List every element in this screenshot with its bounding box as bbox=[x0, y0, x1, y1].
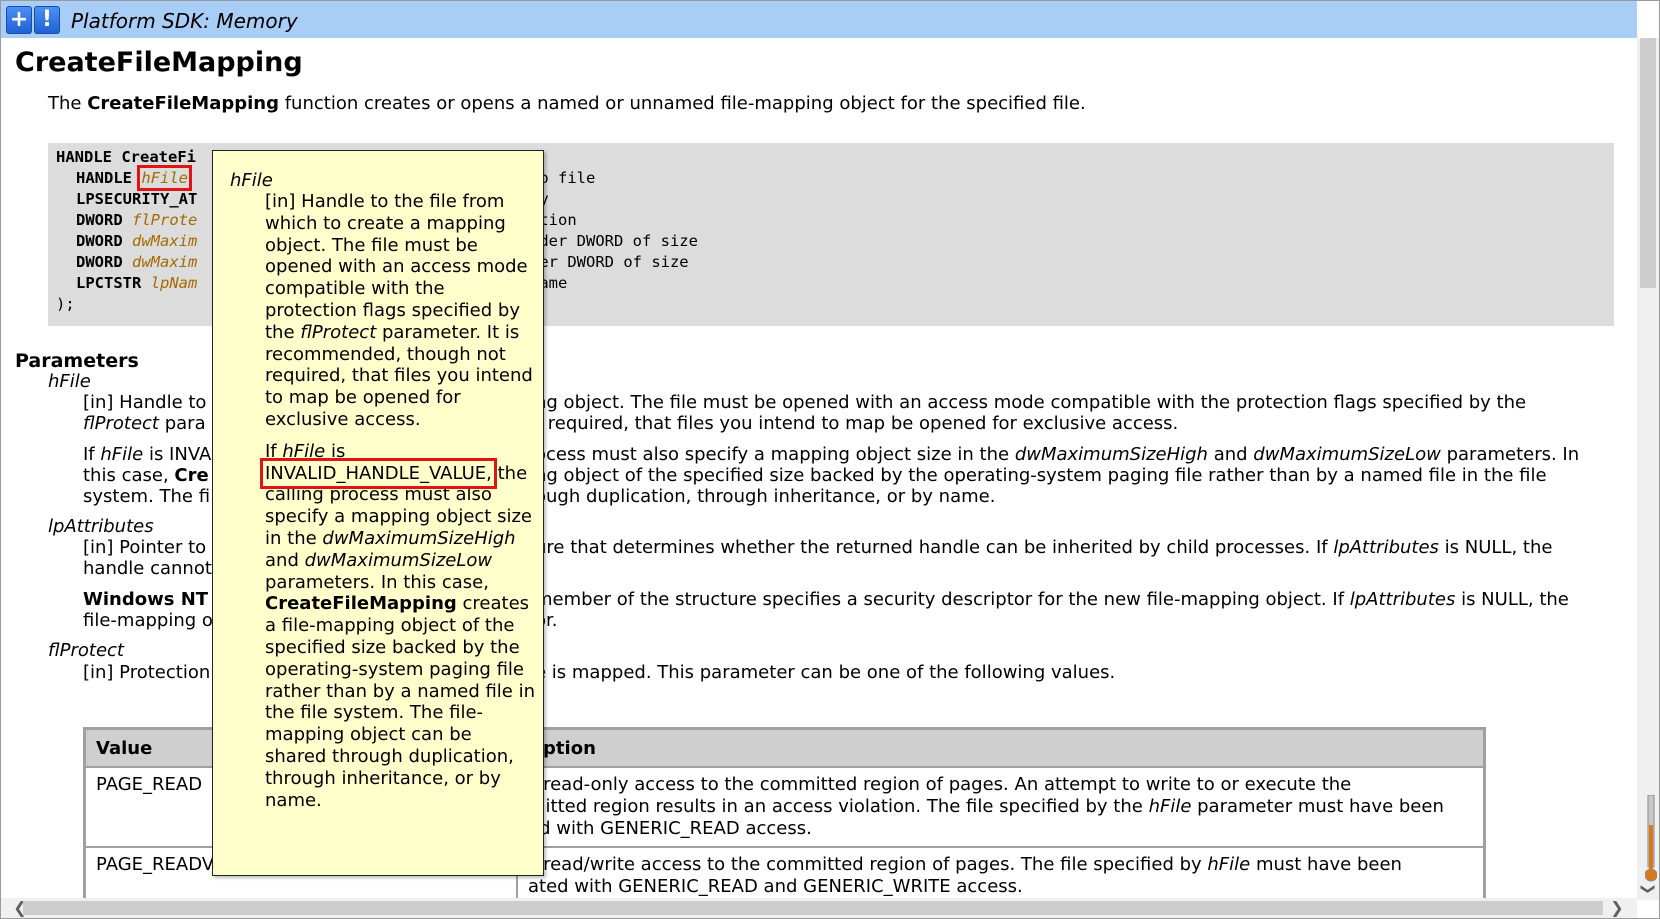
syntax-comment: rder DWORD of size bbox=[530, 232, 698, 250]
title-bar: + ! Platform SDK: Memory bbox=[1, 1, 1637, 38]
param-text: flProtect para bbox=[83, 413, 206, 434]
hfile-param-link[interactable]: hFile bbox=[137, 165, 192, 191]
expand-plus-button[interactable]: + bbox=[6, 6, 32, 34]
syntax-line: HANDLE CreateFi bbox=[56, 148, 196, 166]
intro-post: function creates or opens a named or unn… bbox=[279, 93, 1086, 114]
syntax-line: DWORD dwMaxim bbox=[76, 232, 198, 250]
param-text: ng object of the specified size backed b… bbox=[535, 465, 1547, 486]
intro-function-name: CreateFileMapping bbox=[87, 93, 279, 114]
window-title: Platform SDK: Memory bbox=[71, 9, 298, 33]
param-text: this case, Cre bbox=[83, 465, 209, 486]
tooltip-param-name: hFile bbox=[230, 170, 273, 191]
param-text: [in] Pointer to bbox=[83, 537, 207, 558]
syntax-comment: der DWORD of size bbox=[530, 253, 689, 271]
param-text: e is mapped. This parameter can be one o… bbox=[535, 662, 1116, 683]
syntax-close: ); bbox=[56, 295, 75, 313]
horizontal-scrollbar[interactable]: ❮ ❯ bbox=[1, 898, 1637, 918]
param-text: Windows NT bbox=[83, 589, 209, 610]
param-text: member of the structure specifies a secu… bbox=[535, 589, 1569, 610]
param-name-flprotect: flProtect bbox=[48, 640, 124, 661]
syntax-line: HANDLE hFile bbox=[76, 165, 192, 191]
param-link[interactable]: dwMaxim bbox=[132, 253, 197, 271]
param-name-hfile: hFile bbox=[48, 371, 91, 392]
tooltip-paragraph: If hFile is INVALID_HANDLE_VALUE, the cal… bbox=[260, 440, 536, 811]
parameter-tooltip: hFile [in] Handle to the file from which… bbox=[212, 150, 544, 876]
param-link[interactable]: lpNam bbox=[151, 274, 198, 292]
param-text: ough duplication, through inheritance, o… bbox=[535, 486, 996, 507]
syntax-line: LPSECURITY_AT bbox=[76, 190, 198, 208]
horizontal-scroll-thumb[interactable] bbox=[23, 901, 1603, 915]
page-title: CreateFileMapping bbox=[15, 47, 303, 78]
param-text: ure that determines whether the returned… bbox=[535, 537, 1553, 558]
vertical-scrollbar[interactable]: ❯ bbox=[1637, 38, 1659, 900]
tooltip-body: [in] Handle to the file from which to cr… bbox=[260, 191, 536, 821]
param-text: [in] Protection bbox=[83, 662, 211, 683]
parameters-heading: Parameters bbox=[15, 350, 139, 372]
param-link[interactable]: dwMaxim bbox=[132, 232, 197, 250]
param-text: ng object. The file must be opened with … bbox=[535, 392, 1527, 413]
syntax-line: DWORD flProte bbox=[76, 211, 198, 229]
thermometer-icon bbox=[1645, 795, 1657, 882]
param-text: handle cannot bbox=[83, 558, 212, 579]
syntax-line: DWORD dwMaxim bbox=[76, 253, 198, 271]
syntax-line: LPCTSTR lpNam bbox=[76, 274, 198, 292]
intro-pre: The bbox=[48, 93, 88, 114]
scroll-right-arrow-icon[interactable]: ❯ bbox=[1606, 898, 1628, 918]
param-text: t required, that files you intend to map… bbox=[535, 413, 1179, 434]
param-text: If hFile is INVA bbox=[83, 444, 212, 465]
param-link[interactable]: flProte bbox=[132, 211, 197, 229]
alert-button[interactable]: ! bbox=[34, 6, 60, 34]
table-cell-description: s read-only access to the committed regi… bbox=[516, 766, 1486, 848]
invalid-handle-value-highlight: INVALID_HANDLE_VALUE, bbox=[260, 457, 497, 489]
tooltip-paragraph: [in] Handle to the file from which to cr… bbox=[265, 191, 533, 430]
intro-text: The CreateFileMapping function creates o… bbox=[48, 93, 1086, 114]
table-cell-description: s read/write access to the committed reg… bbox=[516, 846, 1486, 898]
table-header: ription bbox=[516, 727, 1486, 768]
param-text: file-mapping o bbox=[83, 610, 213, 631]
param-name-lpattributes: lpAttributes bbox=[48, 516, 154, 537]
vertical-scroll-thumb[interactable] bbox=[1640, 38, 1656, 288]
param-text: system. The fi bbox=[83, 486, 211, 507]
param-text: [in] Handle to bbox=[83, 392, 207, 413]
param-text: ocess must also specify a mapping object… bbox=[535, 444, 1580, 465]
